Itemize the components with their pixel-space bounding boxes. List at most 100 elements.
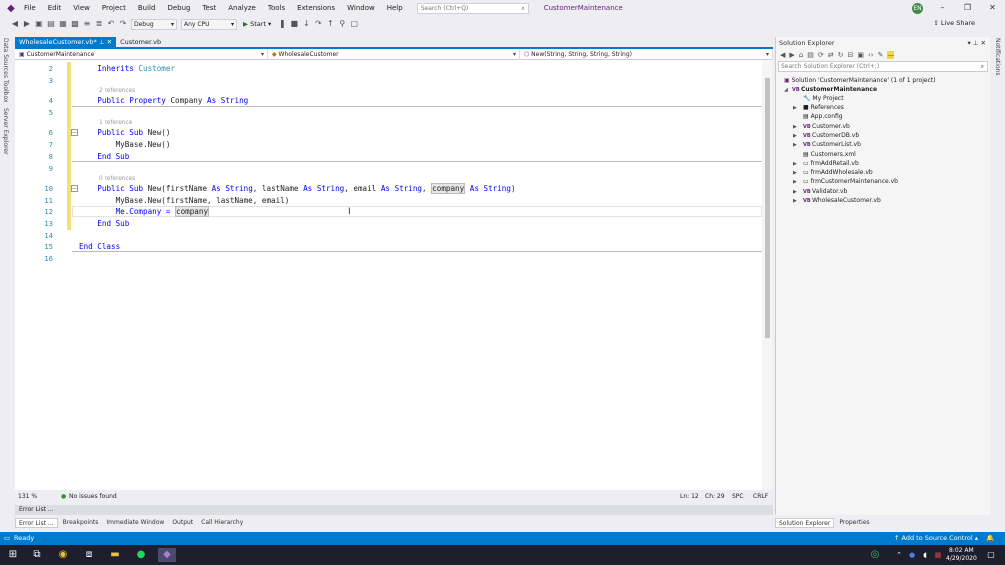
tab-customer[interactable]: Customer.vb — [116, 37, 165, 47]
collapse-icon[interactable]: − — [71, 185, 78, 192]
codelens-references[interactable]: 2 references — [99, 88, 135, 94]
live-share-button[interactable]: ⇪ Live Share — [933, 19, 975, 27]
collapse-all-icon[interactable]: ⊟ — [847, 51, 853, 59]
redo-icon[interactable]: ↷ — [118, 19, 128, 29]
tab-wholesalecustomer[interactable]: WholesaleCustomer.vb* ⊥ ✕ — [15, 37, 117, 47]
step-over-icon[interactable]: ↷ — [313, 19, 323, 29]
issues-status[interactable]: No issues found — [69, 492, 117, 501]
solution-node[interactable]: ▣ Solution 'CustomerMaintenance' (1 of 1… — [784, 77, 936, 84]
tab-server-explorer[interactable]: Server Explorer — [2, 108, 9, 155]
codelens-references[interactable]: 1 reference — [99, 120, 132, 126]
network-icon[interactable]: ▦ — [931, 548, 945, 562]
tree-item-app-config[interactable]: ▤ App.config — [803, 113, 843, 120]
menu-help[interactable]: Help — [381, 0, 409, 16]
close-icon[interactable]: ▾ ⊥ ✕ — [967, 37, 986, 49]
source-control-button[interactable]: ↑ Add to Source Control ▴ — [894, 532, 978, 545]
expand-arrow-icon[interactable]: ◢ — [784, 87, 788, 93]
tab-toolbox[interactable]: Toolbox — [2, 80, 9, 103]
expand-arrow-icon[interactable]: ▶ — [793, 142, 797, 148]
platform-select[interactable]: Any CPU — [181, 18, 237, 30]
properties-icon[interactable]: ✎ — [878, 51, 884, 59]
expand-arrow-icon[interactable]: ▶ — [793, 170, 797, 176]
menu-file[interactable]: File — [18, 0, 42, 16]
window-icon[interactable]: ▢ — [349, 19, 359, 29]
tab-data-sources[interactable]: Data Sources — [2, 38, 9, 78]
error-list-panel-header[interactable]: Error List ... — [15, 505, 773, 515]
tree-item-frmcustomermaintenance[interactable]: ▭ frmCustomerMaintenance.vb — [803, 178, 898, 185]
open-icon[interactable]: ▤ — [46, 19, 56, 29]
configuration-select[interactable]: Debug — [131, 18, 177, 30]
tree-item-customerdb[interactable]: VBCustomerDB.vb — [803, 132, 859, 139]
tab-breakpoints[interactable]: Breakpoints — [60, 518, 102, 528]
tree-item-references[interactable]: ■ References — [803, 104, 844, 111]
tree-item-my-project[interactable]: 🔧 My Project — [803, 95, 844, 102]
tree-item-customer[interactable]: VBCustomer.vb — [803, 123, 850, 130]
vertical-scrollbar[interactable] — [762, 60, 773, 490]
scroll-thumb[interactable] — [765, 78, 770, 338]
save-icon[interactable]: ▦ — [58, 19, 68, 29]
minimize-icon[interactable]: – — [930, 0, 955, 16]
restore-icon[interactable]: ❐ — [955, 0, 980, 16]
close-icon[interactable]: ✕ — [980, 0, 1005, 16]
member-dropdown[interactable]: ⬡ New(String, String, String, String) — [520, 49, 773, 60]
project-dropdown[interactable]: ▣ CustomerMaintenance — [15, 49, 268, 60]
windows-start-icon[interactable]: ⊞ — [6, 548, 20, 562]
uncomment-icon[interactable]: ≣ — [94, 19, 104, 29]
action-center-icon[interactable]: ▢ — [984, 548, 998, 562]
line-ending[interactable]: CRLF — [753, 492, 768, 501]
step-into-icon[interactable]: ↓ — [301, 19, 311, 29]
codelens-references[interactable]: 0 references — [99, 176, 135, 182]
menu-window[interactable]: Window — [341, 0, 381, 16]
tree-item-validator[interactable]: VBValidator.vb — [803, 188, 847, 195]
tab-call-hierarchy[interactable]: Call Hierarchy — [198, 518, 246, 528]
tree-item-customers-xml[interactable]: ▤ Customers.xml — [803, 151, 856, 158]
forward-icon[interactable]: ▶ — [22, 19, 32, 29]
save-all-icon[interactable]: ▩ — [70, 19, 80, 29]
refresh-icon[interactable]: ↻ — [838, 51, 844, 59]
expand-arrow-icon[interactable]: ▶ — [793, 198, 797, 204]
preview-icon[interactable]: — — [887, 51, 895, 59]
comment-icon[interactable]: ≡ — [82, 19, 92, 29]
search-input[interactable]: Search (Ctrl+Q) ⌕ — [416, 2, 529, 14]
visual-studio-taskbar-icon[interactable]: ◆ — [158, 548, 176, 562]
tree-item-wholesalecustomer[interactable]: VBWholesaleCustomer.vb — [803, 197, 881, 204]
back-icon[interactable]: ◀ — [10, 19, 20, 29]
tray-up-icon[interactable]: ⌃ — [892, 548, 906, 562]
expand-arrow-icon[interactable]: ▶ — [793, 105, 797, 111]
sync-icon[interactable]: ⇄ — [828, 51, 834, 59]
tree-item-frmaddretail[interactable]: ▭ frmAddRetail.vb — [803, 160, 859, 167]
menu-tools[interactable]: Tools — [262, 0, 291, 16]
menu-view[interactable]: View — [67, 0, 96, 16]
pending-changes-icon[interactable]: ⟳ — [818, 51, 824, 59]
close-tab-icon[interactable]: ✕ — [107, 38, 112, 46]
system-clock[interactable]: 8:02 AM 4/29/2020 — [946, 547, 977, 563]
tray-app-icon[interactable]: ● — [905, 548, 919, 562]
undo-icon[interactable]: ↶ — [106, 19, 116, 29]
pause-icon[interactable]: ❚ — [277, 19, 287, 29]
tab-immediate-window[interactable]: Immediate Window — [103, 518, 167, 528]
view-code-icon[interactable]: ‹› — [868, 51, 874, 59]
tree-item-frmaddwholesale[interactable]: ▭ frmAddWholesale.vb — [803, 169, 873, 176]
solution-search-input[interactable]: Search Solution Explorer (Ctrl+;) ⌕ — [778, 61, 988, 72]
zoom-level[interactable]: 131 % — [18, 492, 37, 501]
spotify-icon[interactable]: ● — [134, 548, 148, 562]
class-dropdown[interactable]: ◆ WholesaleCustomer — [268, 49, 520, 60]
code-editor[interactable]: 2 3 4 5 6 7 8 9 10 11 12 13 14 15 16 − −… — [15, 60, 773, 490]
menu-debug[interactable]: Debug — [161, 0, 196, 16]
expand-arrow-icon[interactable]: ▶ — [793, 179, 797, 185]
show-all-files-icon[interactable]: ▣ — [857, 51, 864, 59]
menu-build[interactable]: Build — [132, 0, 162, 16]
switch-views-icon[interactable]: ▤ — [807, 51, 814, 59]
expand-arrow-icon[interactable]: ▶ — [793, 161, 797, 167]
tree-item-customerlist[interactable]: VBCustomerList.vb — [803, 141, 861, 148]
tab-error-list[interactable]: Error List ... — [15, 518, 58, 528]
tab-output[interactable]: Output — [169, 518, 196, 528]
tab-solution-explorer[interactable]: Solution Explorer — [775, 518, 835, 528]
home-icon[interactable]: ⌂ — [799, 51, 803, 59]
menu-project[interactable]: Project — [96, 0, 132, 16]
menu-extensions[interactable]: Extensions — [291, 0, 341, 16]
chrome-icon[interactable]: ◉ — [56, 548, 70, 562]
stop-icon[interactable]: ■ — [289, 19, 299, 29]
whitespace-mode[interactable]: SPC — [732, 492, 744, 501]
notification-icon[interactable]: 🔔 — [986, 532, 994, 545]
